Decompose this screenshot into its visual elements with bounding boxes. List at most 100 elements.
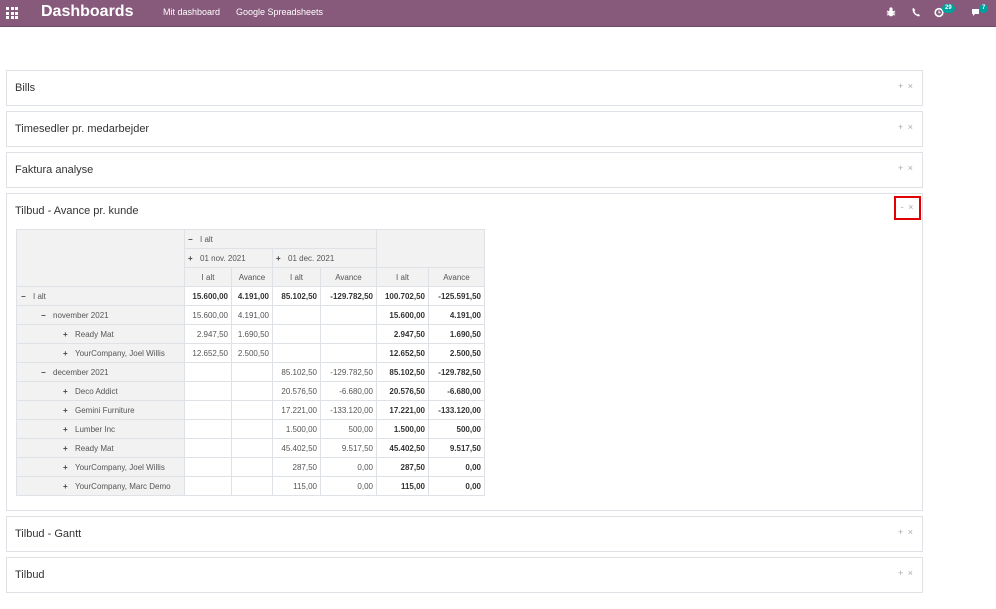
pivot-cell[interactable]: 1.690,50 <box>428 324 485 344</box>
pivot-cell[interactable] <box>231 457 273 477</box>
pivot-cell[interactable]: 12.652,50 <box>184 343 232 363</box>
pivot-cell[interactable] <box>231 419 273 439</box>
pivot-cell[interactable]: 9.517,50 <box>428 438 485 458</box>
pivot-cell[interactable]: 2.500,50 <box>231 343 273 363</box>
panel-title[interactable]: Faktura analyse <box>15 164 93 176</box>
pivot-row-header[interactable]: − december 2021 <box>16 362 185 382</box>
pivot-cell[interactable]: 100.702,50 <box>376 286 429 306</box>
menu-item-my-dashboard[interactable]: Mit dashboard <box>163 7 220 17</box>
pivot-cell[interactable]: 4.191,00 <box>428 305 485 325</box>
pivot-cell[interactable]: 500,00 <box>320 419 377 439</box>
pivot-cell[interactable]: -6.680,00 <box>428 381 485 401</box>
pivot-cell[interactable]: 0,00 <box>320 457 377 477</box>
pivot-cell[interactable]: 287,50 <box>376 457 429 477</box>
pivot-cell[interactable] <box>184 381 232 401</box>
pivot-cell[interactable]: -133.120,00 <box>320 400 377 420</box>
panel-title[interactable]: Timesedler pr. medarbejder <box>15 123 149 135</box>
pivot-cell[interactable] <box>231 400 273 420</box>
pivot-cell[interactable] <box>320 324 377 344</box>
pivot-cell[interactable]: 17.221,00 <box>272 400 321 420</box>
pivot-cell[interactable]: 287,50 <box>272 457 321 477</box>
pivot-cell[interactable] <box>184 419 232 439</box>
measure-header[interactable]: Avance <box>428 267 485 287</box>
close-panel-button[interactable]: × <box>908 568 914 578</box>
pivot-cell[interactable]: -133.120,00 <box>428 400 485 420</box>
pivot-cell[interactable] <box>231 438 273 458</box>
menu-item-google-spreadsheets[interactable]: Google Spreadsheets <box>236 7 323 17</box>
pivot-row-header[interactable]: + Ready Mat <box>16 438 185 458</box>
measure-header[interactable]: Avance <box>231 267 273 287</box>
measure-header[interactable]: Avance <box>320 267 377 287</box>
pivot-col-header-nov[interactable]: +01 nov. 2021 <box>184 248 273 268</box>
pivot-cell[interactable]: 1.500,00 <box>272 419 321 439</box>
pivot-cell[interactable]: 2.500,50 <box>428 343 485 363</box>
panel-title[interactable]: Tilbud - Gantt <box>15 528 81 540</box>
pivot-row-header[interactable]: + Lumber Inc <box>16 419 185 439</box>
pivot-cell[interactable]: 4.191,00 <box>231 305 273 325</box>
pivot-row-header[interactable]: + Ready Mat <box>16 324 185 344</box>
chat-icon[interactable]: 7 <box>971 4 989 20</box>
pivot-cell[interactable]: 115,00 <box>272 476 321 496</box>
pivot-cell[interactable]: 0,00 <box>320 476 377 496</box>
panel-title[interactable]: Tilbud <box>15 569 45 581</box>
pivot-row-header[interactable]: + YourCompany, Joel Willis <box>16 343 185 363</box>
pivot-row-header[interactable]: − november 2021 <box>16 305 185 325</box>
measure-header[interactable]: I alt <box>376 267 429 287</box>
measure-header[interactable]: I alt <box>272 267 321 287</box>
pivot-cell[interactable]: 1.500,00 <box>376 419 429 439</box>
pivot-cell[interactable] <box>272 324 321 344</box>
pivot-row-header[interactable]: + Gemini Furniture <box>16 400 185 420</box>
close-panel-button[interactable]: × <box>908 527 914 537</box>
pivot-cell[interactable]: 2.947,50 <box>184 324 232 344</box>
close-panel-button[interactable]: × <box>908 163 914 173</box>
pivot-cell[interactable]: 500,00 <box>428 419 485 439</box>
pivot-cell[interactable]: 17.221,00 <box>376 400 429 420</box>
activity-icon[interactable]: 29 <box>934 4 955 20</box>
pivot-cell[interactable]: 0,00 <box>428 476 485 496</box>
pivot-row-header[interactable]: − I alt <box>16 286 185 306</box>
phone-icon[interactable] <box>911 6 923 20</box>
close-panel-button[interactable]: × <box>908 202 914 212</box>
pivot-cell[interactable]: 115,00 <box>376 476 429 496</box>
pivot-cell[interactable]: -129.782,50 <box>320 362 377 382</box>
pivot-row-header[interactable]: + YourCompany, Marc Demo <box>16 476 185 496</box>
pivot-cell[interactable]: 2.947,50 <box>376 324 429 344</box>
pivot-cell[interactable]: 45.402,50 <box>376 438 429 458</box>
pivot-cell[interactable]: 12.652,50 <box>376 343 429 363</box>
pivot-cell[interactable]: 4.191,00 <box>231 286 273 306</box>
expand-panel-button[interactable]: + <box>898 568 904 578</box>
pivot-cell[interactable] <box>184 476 232 496</box>
bug-icon[interactable] <box>886 6 898 20</box>
pivot-cell[interactable]: 20.576,50 <box>272 381 321 401</box>
pivot-row-header[interactable]: + YourCompany, Joel Willis <box>16 457 185 477</box>
pivot-cell[interactable]: -125.591,50 <box>428 286 485 306</box>
expand-panel-button[interactable]: + <box>898 527 904 537</box>
expand-panel-button[interactable]: + <box>898 81 904 91</box>
close-panel-button[interactable]: × <box>908 81 914 91</box>
pivot-cell[interactable]: 85.102,50 <box>272 362 321 382</box>
pivot-cell[interactable] <box>184 362 232 382</box>
panel-title[interactable]: Tilbud - Avance pr. kunde <box>15 205 139 217</box>
pivot-cell[interactable] <box>272 343 321 363</box>
pivot-cell[interactable]: 15.600,00 <box>184 286 232 306</box>
fold-panel-button[interactable]: - <box>901 202 905 212</box>
pivot-col-header-total[interactable]: − I alt <box>184 229 377 249</box>
pivot-cell[interactable] <box>184 438 232 458</box>
pivot-cell[interactable]: 15.600,00 <box>376 305 429 325</box>
pivot-cell[interactable] <box>231 362 273 382</box>
app-menu-grid-icon[interactable] <box>6 7 18 19</box>
pivot-col-header-dec[interactable]: +01 dec. 2021 <box>272 248 377 268</box>
pivot-cell[interactable] <box>231 381 273 401</box>
pivot-cell[interactable]: 20.576,50 <box>376 381 429 401</box>
pivot-cell[interactable]: 85.102,50 <box>272 286 321 306</box>
app-title[interactable]: Dashboards <box>41 3 133 21</box>
panel-title[interactable]: Bills <box>15 82 35 94</box>
pivot-cell[interactable]: 85.102,50 <box>376 362 429 382</box>
pivot-cell[interactable] <box>231 476 273 496</box>
pivot-cell[interactable]: 9.517,50 <box>320 438 377 458</box>
pivot-cell[interactable]: -6.680,00 <box>320 381 377 401</box>
pivot-cell[interactable]: 0,00 <box>428 457 485 477</box>
pivot-cell[interactable] <box>320 343 377 363</box>
expand-panel-button[interactable]: + <box>898 163 904 173</box>
pivot-cell[interactable] <box>320 305 377 325</box>
